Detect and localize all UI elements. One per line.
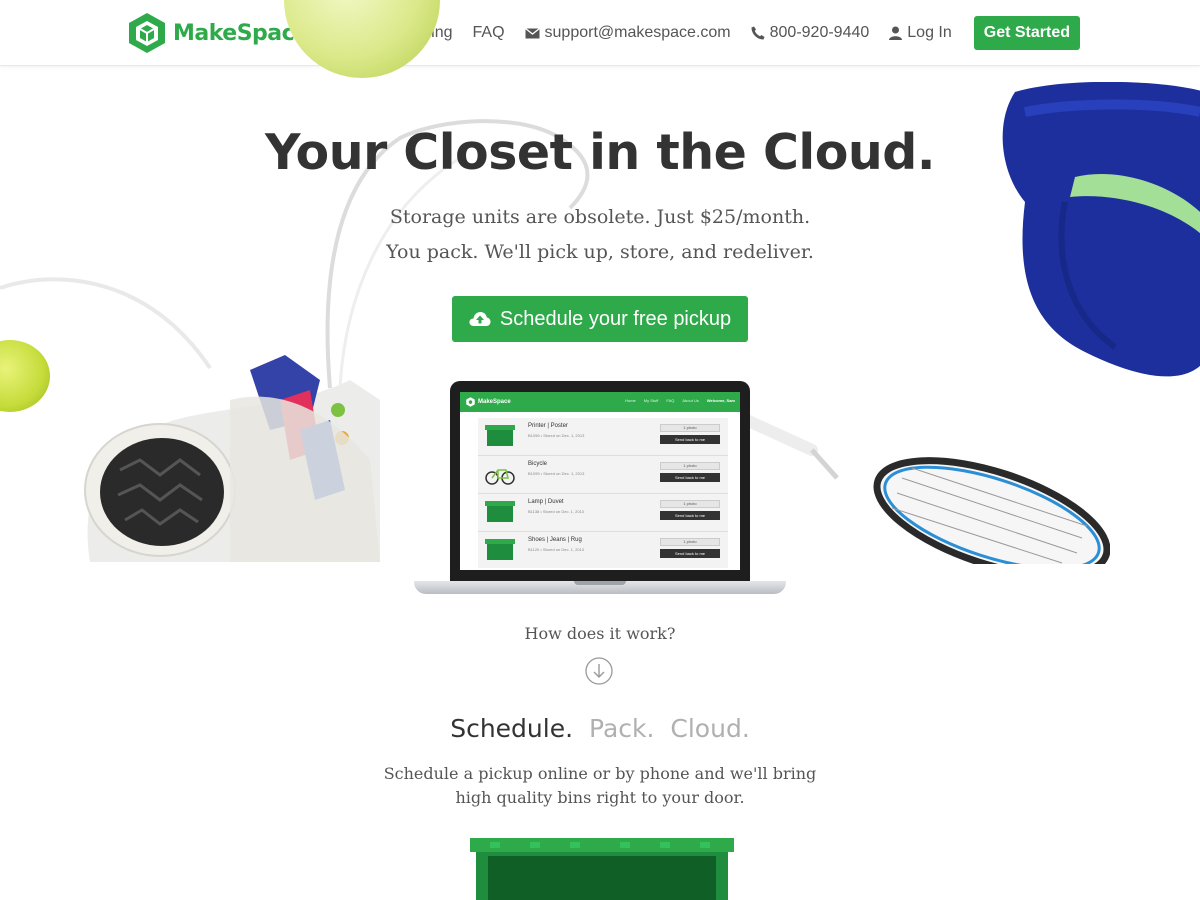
send-back-button: Send back to me <box>660 511 720 520</box>
photo-button: 1 photo <box>660 462 720 470</box>
screen-item-list: Printer | Poster B1096 • Stored on Dec. … <box>478 418 728 568</box>
hero-subtitle-line1: Storage units are obsolete. Just $25/mon… <box>389 206 811 228</box>
item-title: Printer | Poster <box>528 423 568 429</box>
logo[interactable]: MakeSpace <box>128 11 309 55</box>
screen-links: Home My Stuff FAQ About Us Welcome, Sam <box>625 398 735 403</box>
item-title: Shoes | Jeans | Rug <box>528 537 582 543</box>
tab-cloud[interactable]: Cloud. <box>670 714 749 743</box>
screen-brand: MakeSpace <box>478 399 511 405</box>
photo-button: 1 photo <box>660 424 720 432</box>
get-started-button[interactable]: Get Started <box>973 16 1080 50</box>
item-meta: B1138 • Stored on Dec. 1, 2013 <box>528 509 585 514</box>
how-it-works-link[interactable]: How does it work? <box>0 624 1200 643</box>
logo-cube-icon <box>129 13 165 53</box>
phone-icon <box>751 26 765 40</box>
photo-button: 1 photo <box>660 500 720 508</box>
laptop-screen: MakeSpace Home My Stuff FAQ About Us Wel… <box>460 392 740 570</box>
nav-phone[interactable]: 800-920-9440 <box>751 24 870 42</box>
envelope-icon <box>524 27 540 38</box>
screen-link-about: About Us <box>682 398 699 403</box>
screen-welcome: Welcome, Sam <box>706 398 735 403</box>
cloud-upload-icon <box>469 312 491 326</box>
send-back-button: Send back to me <box>660 549 720 558</box>
screen-link-home: Home <box>625 398 636 403</box>
green-storage-bin-image <box>470 838 734 900</box>
schedule-pickup-button[interactable]: Schedule your free pickup <box>452 296 748 342</box>
item-title: Lamp | Duvet <box>528 499 564 505</box>
screen-item-row: Bicycle B1095 • Stored on Dec. 1, 2013 1… <box>478 456 728 494</box>
item-meta: B1096 • Stored on Dec. 1, 2013 <box>528 433 585 438</box>
tab-pack[interactable]: Pack. <box>589 714 654 743</box>
nav-login[interactable]: Log In <box>889 24 952 42</box>
laptop-notch <box>574 581 626 585</box>
laptop-lid: MakeSpace Home My Stuff FAQ About Us Wel… <box>450 381 750 583</box>
nav-phone-label: 800-920-9440 <box>769 24 870 41</box>
screen-item-row: Lamp | Duvet B1138 • Stored on Dec. 1, 2… <box>478 494 728 532</box>
tennis-racket-image <box>742 412 1110 564</box>
top-navbar: MakeSpace Pricing FAQ support@makespace.… <box>0 0 1200 66</box>
screen-link-faq: FAQ <box>666 398 675 403</box>
bicycle-icon <box>485 469 515 485</box>
send-back-button: Send back to me <box>660 473 720 482</box>
green-bin-icon <box>485 425 515 446</box>
steps-tabs: Schedule. Pack. Cloud. <box>0 714 1200 743</box>
arrow-down-circle-icon[interactable] <box>585 657 613 685</box>
hero-title: Your Closet in the Cloud. <box>265 124 935 181</box>
item-meta: B1095 • Stored on Dec. 1, 2013 <box>528 471 585 476</box>
green-bin-icon <box>485 501 515 522</box>
send-back-button: Send back to me <box>660 435 720 444</box>
screen-logo-icon <box>466 397 475 407</box>
step-description: Schedule a pickup online or by phone and… <box>383 764 817 807</box>
main-nav: Pricing FAQ support@makespace.com 800-92… <box>404 16 1080 50</box>
item-title: Bicycle <box>528 461 548 467</box>
item-meta: B1120 • Stored on Dec. 1, 2013 <box>528 547 585 552</box>
nav-login-label: Log In <box>907 24 952 41</box>
screen-item-row: Shoes | Jeans | Rug B1120 • Stored on De… <box>478 532 728 570</box>
nav-email[interactable]: support@makespace.com <box>524 24 731 42</box>
nav-faq[interactable]: FAQ <box>473 24 505 42</box>
green-bin-icon <box>485 539 515 560</box>
photo-button: 1 photo <box>660 538 720 546</box>
user-icon <box>889 26 903 40</box>
tennis-ball-top-image <box>284 0 440 78</box>
sneaker-image <box>84 355 380 562</box>
nav-email-label: support@makespace.com <box>544 24 731 41</box>
schedule-pickup-label: Schedule your free pickup <box>499 307 732 330</box>
screen-item-row: Printer | Poster B1096 • Stored on Dec. … <box>478 418 728 456</box>
screen-link-mystuff: My Stuff <box>643 398 659 403</box>
tab-schedule[interactable]: Schedule. <box>450 714 573 743</box>
laptop-mockup: MakeSpace Home My Stuff FAQ About Us Wel… <box>414 381 786 595</box>
hero-subtitle-line2: You pack. We'll pick up, store, and rede… <box>386 241 814 263</box>
screen-navbar: MakeSpace Home My Stuff FAQ About Us Wel… <box>460 392 740 412</box>
